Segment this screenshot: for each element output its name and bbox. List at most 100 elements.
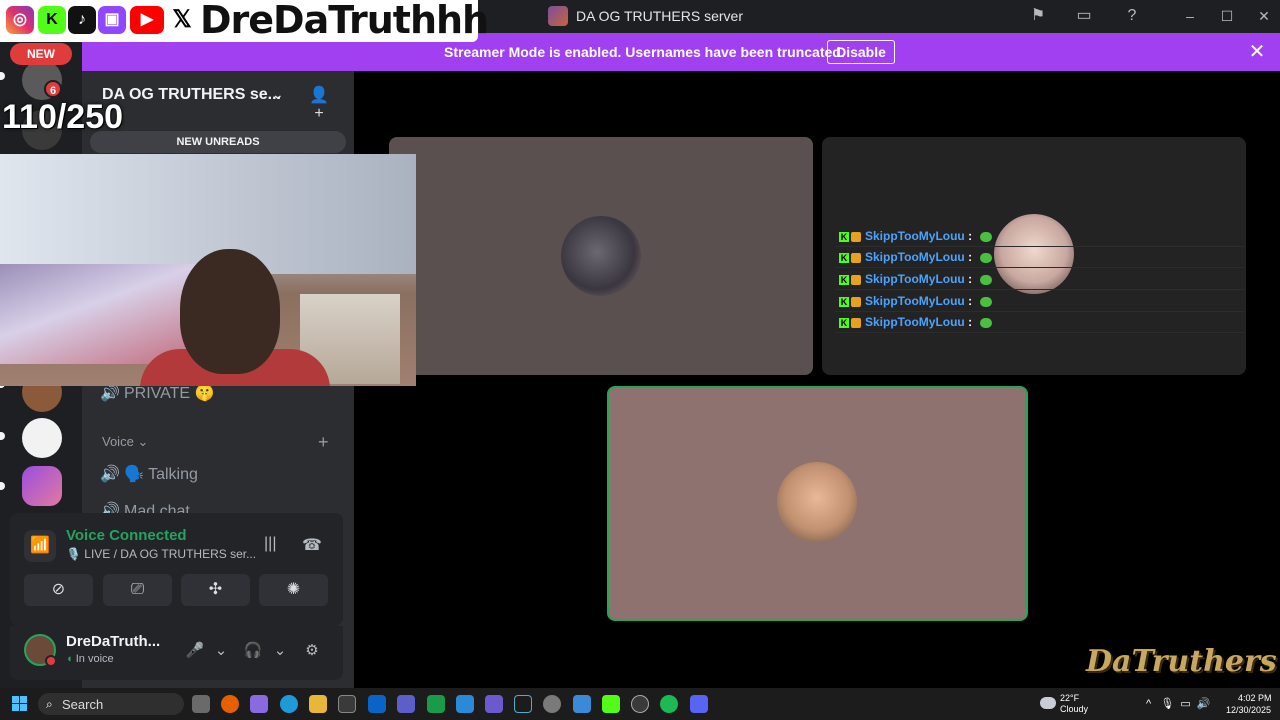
search-label[interactable]: Search [62, 697, 103, 712]
crown-icon [851, 231, 861, 242]
help-icon[interactable]: ? [1122, 6, 1142, 26]
user-panel [10, 626, 343, 680]
noise-suppression-icon[interactable]: ||| [264, 535, 276, 553]
social-overlay: ◎ K ♪ ▣ ▶ 𝕏 DreDaTruthhh [0, 0, 489, 42]
channel-talking[interactable]: 🔊 🗣️ Talking [100, 463, 198, 487]
copilot-icon[interactable] [250, 695, 268, 713]
kick-app-icon[interactable] [602, 695, 620, 713]
system-tray[interactable]: ^ 🎙 ▭ 🔊 [1146, 697, 1211, 710]
streamer-handle: DreDaTruthhh [200, 0, 489, 42]
invite-people-icon[interactable]: 👤+ [308, 85, 330, 122]
file-explorer-icon[interactable] [309, 695, 327, 713]
banner-text: Streamer Mode is enabled. Usernames have… [444, 44, 845, 60]
chat-username: SkippTooMyLouu [865, 272, 965, 286]
app-icon[interactable] [427, 695, 445, 713]
soundboard-button[interactable]: ✺ [259, 574, 328, 606]
flag-icon[interactable]: ⚑ [1028, 6, 1048, 26]
activities-button[interactable]: ✣ [181, 574, 250, 606]
clock-time[interactable]: 4:02 PM [1238, 693, 1272, 703]
x-icon: 𝕏 [168, 6, 196, 34]
speaker-icon: 🔊 [100, 466, 120, 483]
discord-icon[interactable] [690, 695, 708, 713]
inbox-icon[interactable]: ▭ [1074, 6, 1094, 26]
kick-icon: K [839, 296, 849, 307]
crown-icon [851, 252, 861, 263]
clock-date[interactable]: 12/30/2025 [1226, 705, 1271, 715]
weather-desc[interactable]: Cloudy [1060, 704, 1088, 714]
server-icon[interactable] [22, 466, 62, 506]
camera-off-button[interactable]: ⊘ [24, 574, 93, 606]
app-icon[interactable] [514, 695, 532, 713]
disconnect-icon[interactable]: ☎ [302, 535, 322, 555]
participant-avatar [561, 216, 641, 296]
voice-connected-title[interactable]: Voice Connected [66, 527, 187, 544]
obs-icon[interactable] [631, 695, 649, 713]
kick-icon: K [38, 6, 66, 34]
server-icon[interactable] [22, 418, 62, 458]
crown-icon [851, 317, 861, 328]
settings-icon[interactable] [543, 695, 561, 713]
minimize-button[interactable]: – [1180, 6, 1200, 26]
close-icon[interactable]: ✕ [1246, 41, 1268, 63]
new-pill[interactable]: NEW [10, 43, 72, 65]
close-window-button[interactable]: ✕ [1254, 6, 1274, 26]
chat-colon: : [968, 272, 973, 286]
windows-start-icon[interactable] [12, 696, 28, 712]
chevron-down-icon[interactable]: ⌄ [211, 641, 231, 661]
new-unreads-bar[interactable]: NEW UNREADS [90, 131, 346, 153]
app-icon[interactable] [456, 695, 474, 713]
participant-avatar [777, 462, 857, 542]
gear-icon[interactable]: ⚙ [302, 641, 322, 661]
firefox-icon[interactable] [221, 695, 239, 713]
voice-category[interactable]: Voice ⌄ [102, 434, 148, 450]
emote-icon [980, 274, 993, 285]
emote-icon [980, 317, 993, 328]
add-channel-icon[interactable]: + [318, 432, 329, 453]
app-icon[interactable] [573, 695, 591, 713]
emote-icon [980, 252, 993, 263]
signal-icon[interactable]: 📶 [24, 530, 56, 562]
weather-temp[interactable]: 22°F [1060, 693, 1079, 703]
tiktok-icon: ♪ [68, 6, 96, 34]
search-icon: ⌕ [46, 697, 53, 711]
kick-icon: K [839, 317, 849, 328]
user-status: ◖ In voice [66, 653, 114, 665]
taskbar-search[interactable] [38, 693, 184, 715]
twitch-icon: ▣ [98, 6, 126, 34]
chevron-down-icon[interactable]: ⌄ [270, 641, 290, 661]
username[interactable]: DreDaTruth... [66, 633, 160, 650]
cloud-icon [1040, 697, 1056, 709]
edge-icon[interactable] [280, 695, 298, 713]
app-icon[interactable] [485, 695, 503, 713]
kick-icon: K [839, 231, 849, 242]
follower-counter: 110/250 [2, 98, 124, 136]
chat-colon: : [968, 294, 973, 308]
chevron-down-icon[interactable]: ⌄ [272, 86, 284, 103]
webcam-person-head [180, 249, 280, 374]
chat-colon: : [968, 250, 973, 264]
youtube-icon: ▶ [130, 6, 164, 34]
webcam-overlay [0, 154, 416, 386]
teams-icon[interactable] [397, 695, 415, 713]
maximize-button[interactable]: ☐ [1217, 6, 1237, 26]
chat-row: K SkippTooMyLouu : [835, 312, 1245, 333]
microphone-icon[interactable]: 🎤 [185, 641, 205, 661]
instagram-icon: ◎ [6, 6, 34, 34]
chat-colon: : [968, 315, 973, 329]
crown-icon [851, 274, 861, 285]
voice-channel-subtitle[interactable]: 🎙️ LIVE / DA OG TRUTHERS ser... [66, 547, 256, 561]
task-view-icon[interactable] [192, 695, 210, 713]
voice-status-icon: ◖ [66, 653, 73, 665]
channel-mad-chat[interactable]: 🔊 Mad chat [100, 500, 190, 514]
chevron-down-icon: ⌄ [137, 434, 149, 449]
disable-button[interactable]: Disable [827, 40, 895, 64]
outlook-icon[interactable] [368, 695, 386, 713]
headphones-icon[interactable]: 🎧 [243, 641, 263, 661]
status-dot [45, 655, 57, 667]
server-name[interactable]: DA OG TRUTHERS se... [102, 86, 281, 104]
spotify-icon[interactable] [660, 695, 678, 713]
store-icon[interactable] [338, 695, 356, 713]
chat-colon: : [968, 229, 973, 243]
emote-icon [980, 296, 993, 307]
screen-share-button[interactable]: ⎚ [103, 574, 172, 606]
